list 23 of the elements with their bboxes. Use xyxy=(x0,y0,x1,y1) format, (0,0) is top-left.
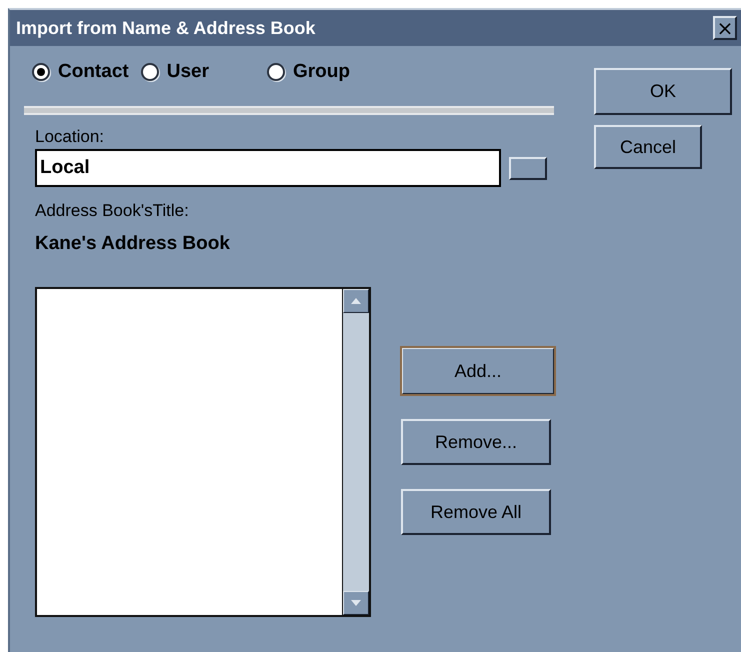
browse-button[interactable] xyxy=(509,156,547,180)
cancel-button[interactable]: Cancel xyxy=(594,125,702,169)
close-button[interactable]: × xyxy=(713,16,737,40)
scrollbar[interactable] xyxy=(343,289,369,615)
up-triangle-icon xyxy=(351,298,361,304)
radio-button[interactable] xyxy=(266,63,285,81)
window-title: Import from Name & Address Book xyxy=(16,18,316,38)
ok-button[interactable]: OK xyxy=(594,68,732,115)
radio-button[interactable] xyxy=(32,63,50,81)
address-book-title-label: Address Book'sTitle: xyxy=(35,201,190,221)
radio-label[interactable]: User xyxy=(166,61,209,83)
radio-label[interactable]: Group xyxy=(292,61,350,83)
list-action-button[interactable]: Remove All xyxy=(401,489,551,535)
radio-label[interactable]: Contact xyxy=(58,61,129,83)
list-action-button[interactable]: Add... xyxy=(401,347,555,395)
address-book-title: Kane's Address Book xyxy=(35,233,231,255)
down-triangle-icon xyxy=(351,600,361,606)
scroll-up-button[interactable] xyxy=(343,289,369,313)
location-label: Location: xyxy=(35,127,105,147)
scroll-down-button[interactable] xyxy=(343,591,369,615)
list-action-button[interactable]: Remove... xyxy=(401,419,551,465)
location-field[interactable]: Local xyxy=(35,149,501,187)
radio-button[interactable] xyxy=(140,63,159,81)
